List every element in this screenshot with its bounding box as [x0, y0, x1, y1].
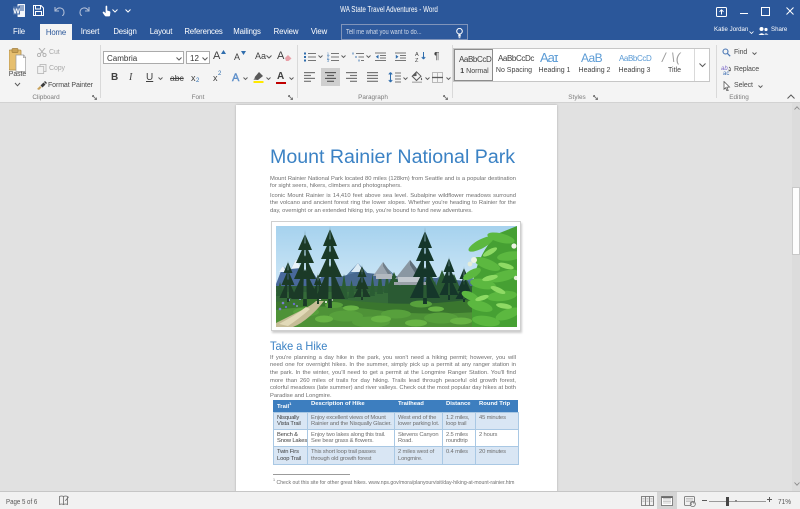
svg-text:Z: Z [415, 58, 419, 62]
svg-text:3: 3 [327, 59, 329, 62]
svg-text:ac: ac [723, 71, 729, 75]
svg-text:W: W [13, 9, 20, 16]
